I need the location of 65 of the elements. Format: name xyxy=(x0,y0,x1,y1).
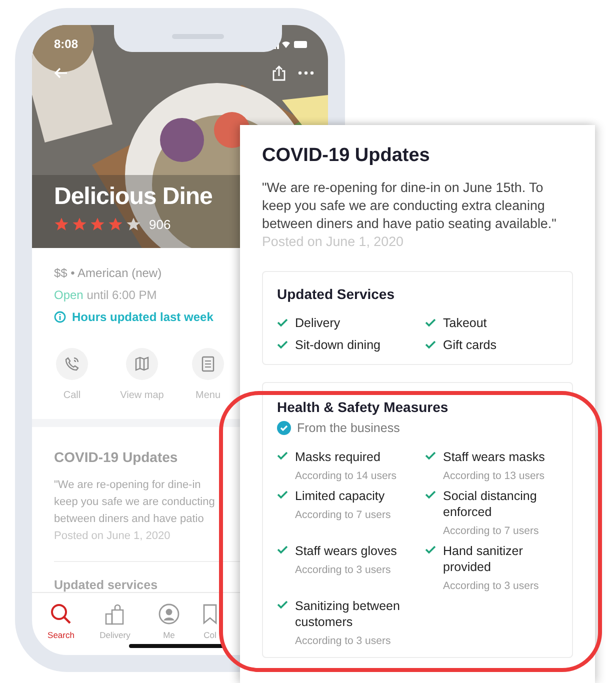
measure-note: According to 3 users xyxy=(295,564,392,576)
document-icon xyxy=(201,356,215,372)
panel-title: Health & Safety Measures xyxy=(277,399,450,415)
map-icon xyxy=(134,356,150,372)
measure-note: According to 3 users xyxy=(443,580,540,592)
measure-note: According to 3 users xyxy=(295,635,392,647)
bag-icon xyxy=(104,603,126,625)
service-item: Sit-down dining xyxy=(295,338,380,352)
measure-name: Hand sanitizer provided xyxy=(443,543,524,575)
panel-title: Updated Services xyxy=(277,286,396,302)
business-name: Delicious Dine xyxy=(54,183,212,211)
section-title: COVID-19 Updates xyxy=(54,449,178,465)
service-item: Delivery xyxy=(295,316,340,330)
source-text: From the business xyxy=(297,421,400,435)
check-icon xyxy=(277,490,288,499)
measure-note: According to 14 users xyxy=(295,470,397,482)
hours-text: Open until 6:00 PM xyxy=(54,288,157,302)
measure-name: Masks required xyxy=(295,449,382,465)
service-item: Takeout xyxy=(443,316,487,330)
posted-date: Posted on June 1, 2020 xyxy=(262,233,404,251)
info-icon xyxy=(54,311,66,323)
measure-name: Staff wears gloves xyxy=(295,543,397,559)
quote-line: between diners and have patio xyxy=(54,512,205,527)
check-icon xyxy=(425,545,436,554)
measure-name: Sanitizing between customers xyxy=(295,598,401,630)
hours-note: Hours updated last week xyxy=(72,310,214,324)
action-button[interactable]: View map xyxy=(104,348,180,401)
service-item: Gift cards xyxy=(443,338,496,352)
check-icon xyxy=(277,318,288,327)
check-icon xyxy=(425,490,436,499)
action-button[interactable]: Call xyxy=(40,348,104,401)
measure-note: According to 7 users xyxy=(295,509,391,521)
check-icon xyxy=(277,600,288,609)
card-title: COVID-19 Updates xyxy=(262,145,431,167)
action-button[interactable]: Menu xyxy=(180,348,236,401)
tab[interactable]: Delivery xyxy=(88,603,142,640)
verified-icon xyxy=(277,421,291,435)
back-icon[interactable] xyxy=(54,67,68,79)
check-icon xyxy=(277,340,288,349)
check-icon xyxy=(425,340,436,349)
check-icon xyxy=(277,545,288,554)
measure-name: Social distancing enforced xyxy=(443,488,538,520)
tab[interactable]: Col xyxy=(196,603,224,640)
status-time: 8:08 xyxy=(54,37,78,51)
measure-name: Limited capacity xyxy=(295,488,386,504)
section-title: Updated services xyxy=(54,578,158,592)
share-icon[interactable] xyxy=(272,65,286,81)
check-icon xyxy=(425,318,436,327)
bookmark-icon xyxy=(203,603,217,625)
quote-line: "We are re-opening for dine-in xyxy=(54,478,202,493)
person-icon xyxy=(158,603,180,625)
phone-icon xyxy=(64,356,80,372)
check-icon xyxy=(277,451,288,460)
more-icon[interactable] xyxy=(298,71,314,75)
measure-note: According to 13 users xyxy=(443,470,545,482)
posted-date: Posted on June 1, 2020 xyxy=(54,529,170,544)
category-text: $$ • American (new) xyxy=(54,266,162,280)
quote-text: "We are re-opening for dine-in on June 15th. To keep you safe we are conducting extra cleaning between diners and have patio seating available." xyxy=(262,179,558,233)
tab[interactable]: Me xyxy=(142,603,196,640)
tab[interactable]: Search xyxy=(34,603,88,640)
search-icon xyxy=(50,603,72,625)
measure-name: Staff wears masks xyxy=(443,449,545,465)
measure-note: According to 7 users xyxy=(443,525,540,537)
quote-line: keep you safe we are conducting xyxy=(54,495,215,510)
check-icon xyxy=(425,451,436,460)
